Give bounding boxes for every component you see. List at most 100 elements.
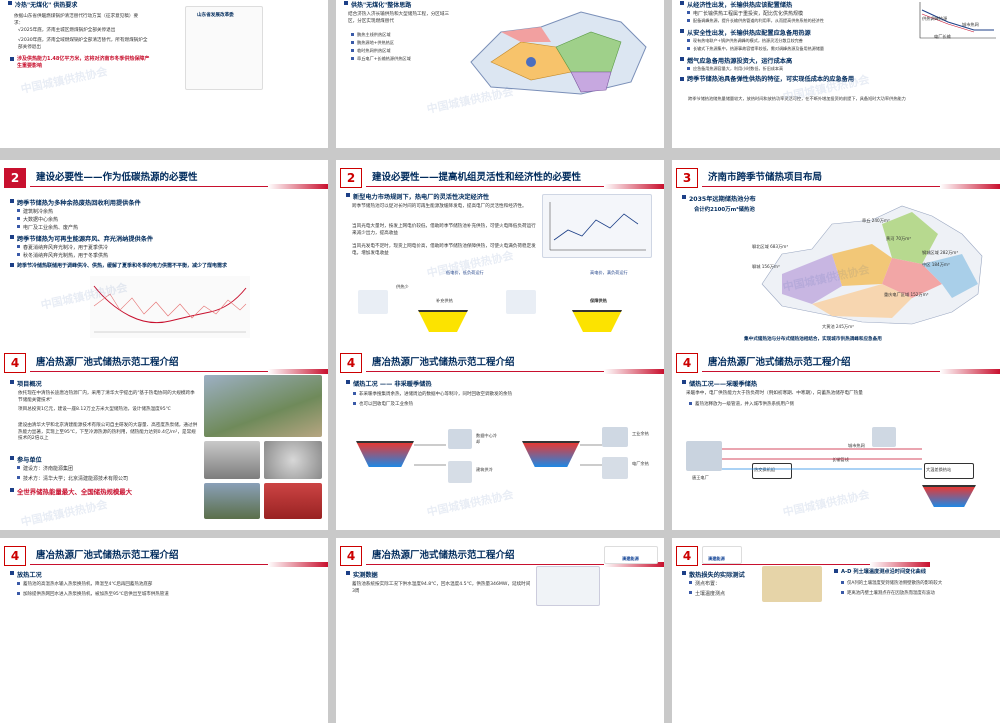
slide-heat-loss-test[interactable]: 4 清建能源 散热损失的实际测试 测点布置： 土壤温度测点 A-D 列土壤温度测… <box>672 538 1000 723</box>
slide-flexibility-necessity[interactable]: 2 建设必要性——提高机组灵活性和经济性的必要性 新型电力市场规则下，热电厂的灵… <box>336 160 664 345</box>
watermark: 中国城镇供热协会 <box>425 487 515 519</box>
slide-title: 建设必要性——作为低碳热源的必要性 <box>36 172 198 183</box>
body-text: 项目总投资1亿元，建设一座8.12万立方米大型储热池，设计储热温度95℃ <box>18 407 171 412</box>
bullet-heading: 从安全性出发，长输供热应配置应急备用热源 <box>680 28 811 37</box>
sub-bullet: 距离池内壁土壤测点存在因放热而温度有波动 <box>840 590 935 596</box>
aerial-photo <box>204 375 322 437</box>
sensor-layout-image <box>762 566 822 602</box>
bullet-heading: A-D 列土壤温度测点沿时间变化曲线 <box>834 568 926 575</box>
bullet-heading: 放热工况 <box>10 570 42 579</box>
map-label: 章丘 240万m³ <box>862 218 890 223</box>
sub-bullet: 建筑制冷余热 <box>16 208 53 215</box>
site-photo-3 <box>204 483 260 519</box>
storage-tank <box>922 485 976 507</box>
diagram-label: 唐王电厂 <box>692 475 709 480</box>
bullet-heading: 参与单位 <box>10 455 42 464</box>
storage-tank-left <box>418 310 468 332</box>
slide-heading: 冷热"无煤化" 供热要求 <box>8 0 77 9</box>
slide-title: 唐冶热源厂池式储热示范工程介绍 <box>372 550 515 561</box>
slide-project-layout[interactable]: 3 济南市跨季节储热项目布局 2035年远期储热池分布 合计约2100万m³储热… <box>672 160 1000 345</box>
body-text: 当风光电大量时，按发上网电价较低，借助跨季节储热池补充供热，可使火电降低负荷运行… <box>352 224 536 236</box>
bullet-heading: 燃气应急备用热源投资大，运行成本高 <box>680 56 792 65</box>
plant-icon-right <box>506 290 536 314</box>
sub-bullet: 仅A列的土壤温度受到储热池侧壁散热的影响较大 <box>840 580 942 586</box>
bullet-heading: 跨季节储热为可再生能源弃风、弃光消纳提供条件 <box>10 234 153 243</box>
chart-label: 供热调峰热源 <box>922 16 948 21</box>
body-text: 跨季节储热池可以促对长时间的可再生能源放缓降发电，提高电厂的灵活性和经济性。 <box>352 204 527 209</box>
diagram-label: 供热少 <box>396 284 409 289</box>
body-text: √2030年底，济南全域燃煤锅炉全部清洁替代，所有燃煤锅炉全部关停退出 <box>18 38 148 50</box>
body-text: 采暖季中，电厂供热能力大于热负荷时（例如初寒期、中寒期），向蓄热池储存电厂热量 <box>686 391 863 396</box>
sub-bullet: 春夏消纳弃风弃光制冷，用于夏季供冷 <box>16 244 108 251</box>
sub-bullet: 应急备用热源容量大，利用小时数低，折旧成本高 <box>686 66 783 72</box>
bullet-heading: 跨季节储热为多种余热废热回收利用提供条件 <box>10 198 141 207</box>
slide-header: 2 建设必要性——提高机组灵活性和经济性的必要性 <box>336 166 664 190</box>
market-chart <box>549 202 646 251</box>
slide-title: 唐冶热源厂池式储热示范工程介绍 <box>36 357 179 368</box>
logo-text: 清建能源 <box>708 556 725 561</box>
sub-bullet: 大数据中心余热 <box>16 216 58 223</box>
sub-bullet: 也可以回收电厂及工业余热 <box>352 401 413 407</box>
storage-tank <box>356 441 414 467</box>
section-number: 3 <box>676 168 698 188</box>
doc-caption: 山东省发展改革委 <box>197 13 234 18</box>
data-chart-image <box>536 566 600 606</box>
map-label: 大黄池 245万m³ <box>822 324 854 329</box>
diagram-label: 保障供热 <box>590 298 607 303</box>
sub-bullet: 电厂及工业余热、废产热 <box>16 224 78 231</box>
sub-bullet: 长输式下热源集中，热源事故容错率较低，需对调峰热源及备用热源储量 <box>686 46 824 52</box>
body-text: 依据山东省供暖燃煤锅炉清洁替代行动方案（征求意见稿）要求： <box>14 14 139 26</box>
map-label: 重庆电厂区域 152万m³ <box>884 292 929 297</box>
sub-bullet: 非采暖季搜集周余热，进储周边的数据中心等制冷，同时回收空调散发的余热 <box>352 391 512 397</box>
section-number: 4 <box>340 546 362 566</box>
storage-map <box>761 205 983 325</box>
policy-document-image <box>185 6 263 90</box>
slide-header: 3 济南市跨季节储热项目布局 <box>672 166 1000 190</box>
body-text: 建设由清华大学和北京清建能源技术有限公司自主研发的大容量、高密度热泵储，通过供热… <box>18 423 198 442</box>
plant-icon-left <box>358 290 388 314</box>
legend-item: 章丘电厂+长输热源供热区域 <box>350 56 411 62</box>
map-label: 中区 184万m³ <box>922 262 950 267</box>
legend-item: 鹏热源地+供热热区 <box>350 40 394 46</box>
site-photo-4 <box>264 483 322 519</box>
bullet-heading: 储热工况 —— 非采暖季储热 <box>346 379 432 388</box>
slide-header: 4 唐冶热源厂池式储热示范工程介绍 <box>336 351 664 375</box>
section-number: 4 <box>676 353 698 373</box>
sub-bullet: 测点布置： <box>688 580 720 587</box>
section-number: 2 <box>4 168 26 188</box>
body-text: √2025年底，济南主城区燃煤锅炉全部关停退出 <box>18 28 116 33</box>
slide-title: 唐冶热源厂池式储热示范工程介绍 <box>372 357 515 368</box>
watermark: 中国城镇供热协会 <box>781 487 871 519</box>
sub-bullet: 加除提供热网回水进入热泵换热机，被加热至95℃后供出至城市供热管道 <box>16 591 169 597</box>
slide-release-mode[interactable]: 4 唐冶热源厂池式储热示范工程介绍 放热工况 蓄热池的高温热水输入热泵换热机，降… <box>0 538 328 723</box>
diagram-label: 补充供热 <box>436 298 453 303</box>
sub-bullet: 秋冬消纳弃风弃光制热，用于冬季供热 <box>16 252 108 259</box>
slide-non-heating-season[interactable]: 4 唐冶热源厂池式储热示范工程介绍 储热工况 —— 非采暖季储热 非采暖季搜集周… <box>336 345 664 530</box>
body-text: 结合济热入济长输供热和大型储热工程，分区域三区，分区实现燃煤替代 <box>348 12 450 24</box>
bullet-heading: 散热损失的实际测试 <box>682 570 745 579</box>
section-number: 4 <box>4 353 26 373</box>
slide-measured-data[interactable]: 4 唐冶热源厂池式储热示范工程介绍 清建能源 实测数据 蓄热池系统按实际工况下供… <box>336 538 664 723</box>
city-building-icon <box>872 427 896 447</box>
slide-top-left[interactable]: 冷热"无煤化" 供热要求 依据山东省供暖燃煤锅炉清洁替代行动方案（征求意见稿）要… <box>0 0 328 148</box>
slide-top-right[interactable]: 从经济性出发，长输供热应该配置储热 电厂长输供热工程属于重投资，配比优化供热规模… <box>672 0 1000 148</box>
body-text: 依托现在中清热长途唐冶热源厂内，采用了清华大学提出的"基于热电协同的大规模跨季节… <box>18 391 195 403</box>
highlight-text: 全世界储热能量最大、全国储热规模最大 <box>10 487 132 496</box>
map-label: 钢城区域 282万m³ <box>922 250 959 255</box>
slide-low-carbon-necessity[interactable]: 2 建设必要性——作为低碳热源的必要性 跨季节储热为多种余热废热回收利用提供条件… <box>0 160 328 345</box>
sub-bullet: 蓄热池释放为一级管道，并入城市供热系统用户侧 <box>688 401 794 407</box>
bullet-heading: 储热工况——采暖季储热 <box>682 379 757 388</box>
slide-header: 4 唐冶热源厂池式储热示范工程介绍 <box>0 544 328 568</box>
slide-top-mid[interactable]: 供热"无煤化"整体思路 结合济热入济长输供热和大型储热工程，分区域三区，分区实现… <box>336 0 664 148</box>
slide-header: 4 唐冶热源厂池式储热示范工程介绍 <box>672 351 1000 375</box>
chart-label: 电厂长输 <box>934 34 951 39</box>
map-label: 黄河 70万m³ <box>886 236 911 241</box>
bullet-heading: 新型电力市场规则下，热电厂的灵活性决定经济性 <box>346 192 489 201</box>
pipe-lines <box>722 448 922 470</box>
sub-bullet: 技术方：清华大学；北京清建能源技术有限公司 <box>16 475 128 482</box>
slide-heating-season[interactable]: 4 唐冶热源厂池式储热示范工程介绍 储热工况——采暖季储热 采暖季中，电厂供热能… <box>672 345 1000 530</box>
slide-demo-overview[interactable]: 4 唐冶热源厂池式储热示范工程介绍 项目概况 依托现在中清热长途唐冶热源厂内，采… <box>0 345 328 530</box>
flow-arrows <box>414 444 602 466</box>
bullet-heading: 从经济性出发，长输供热应该配置储热 <box>680 0 792 9</box>
sub-bullet: 建设方：济南能源集团 <box>16 465 73 472</box>
